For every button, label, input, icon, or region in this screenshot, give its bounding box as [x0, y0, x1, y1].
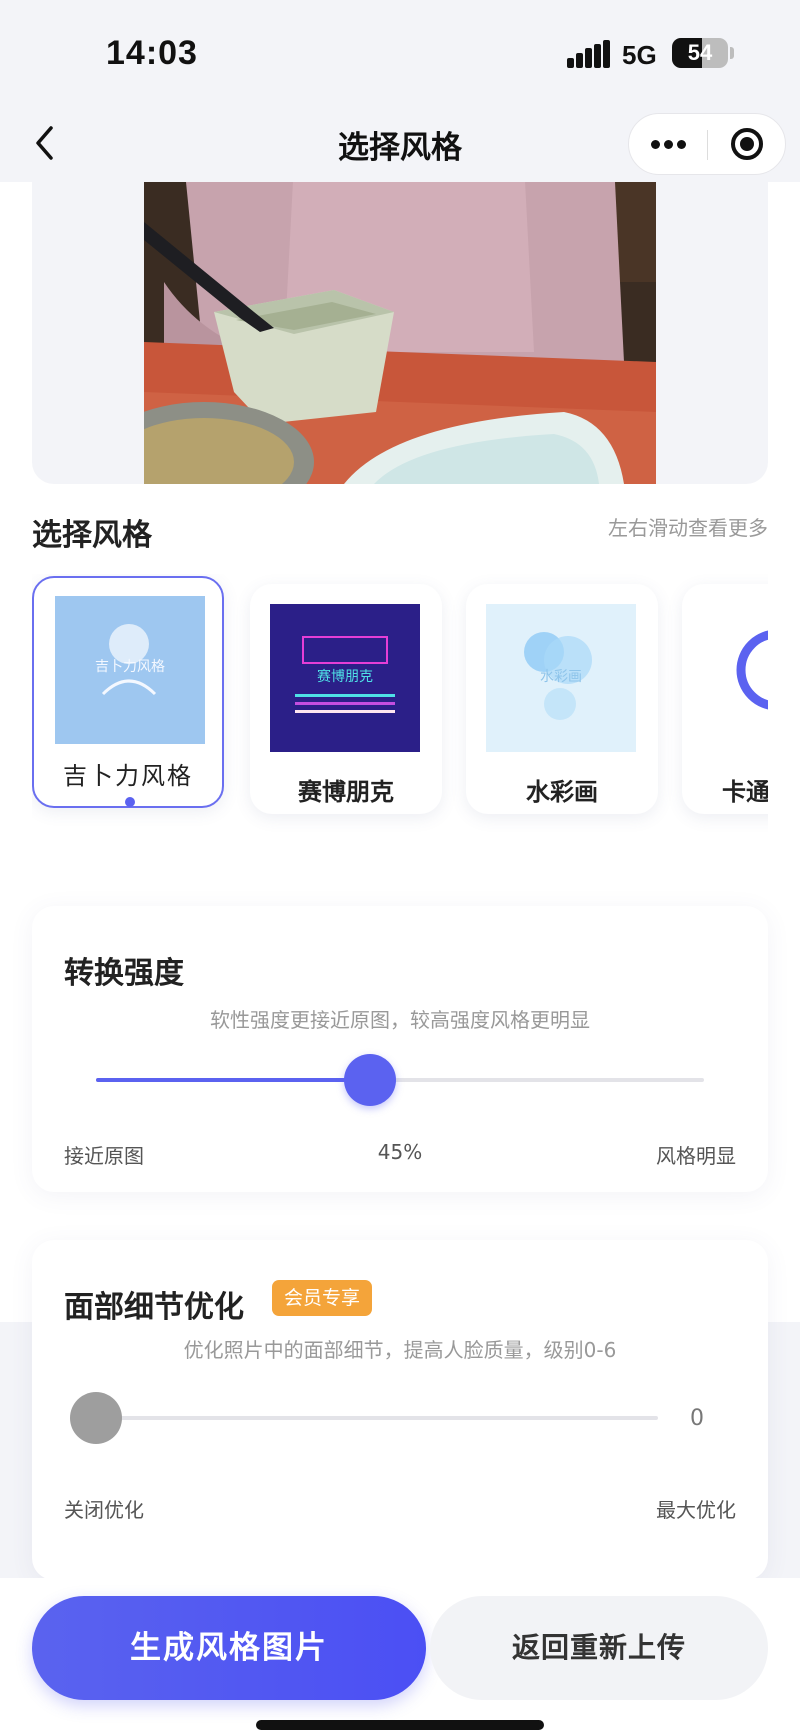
ghibli-thumbnail: 吉卜力风格 — [55, 596, 205, 744]
ghibli-thumb-text: 吉卜力风格 — [95, 659, 165, 675]
face-detail-panel: 面部细节优化 会员专享 优化照片中的面部细节，提高人脸质量，级别0-6 0 关闭… — [32, 1240, 768, 1580]
status-time: 14:03 — [106, 34, 198, 72]
style-label-ghibli: 吉卜力风格 — [63, 762, 193, 790]
signal-icon — [567, 40, 611, 68]
style-label-cyberpunk: 赛博朋克 — [298, 778, 394, 806]
target-dot — [740, 137, 754, 151]
capsule-divider — [707, 130, 708, 160]
selected-indicator-dot — [125, 797, 135, 807]
style-card-cyberpunk[interactable]: 赛博朋克 赛博朋克 — [250, 584, 442, 814]
content-area[interactable]: 选择风格 左右滑动查看更多 吉卜力风格 吉卜力风格 赛博朋克 赛博朋克 水彩画 … — [0, 182, 800, 1322]
style-card-ghibli[interactable]: 吉卜力风格 吉卜力风格 — [32, 576, 224, 808]
style-carousel[interactable]: 吉卜力风格 吉卜力风格 赛博朋克 赛博朋克 水彩画 水彩画 卡通 — [32, 574, 768, 832]
generate-style-image-button[interactable]: 生成风格图片 — [32, 1596, 426, 1700]
face-detail-title: 面部细节优化 — [64, 1290, 244, 1325]
bottom-action-bar: 生成风格图片 返回重新上传 — [0, 1578, 800, 1734]
status-bar: 14:03 5G 54 — [0, 0, 800, 104]
strength-max-label: 风格明显 — [656, 1144, 736, 1168]
reupload-button[interactable]: 返回重新上传 — [430, 1596, 768, 1700]
style-label-cartoon: 卡通 — [722, 778, 768, 806]
strength-slider-track[interactable] — [96, 1078, 704, 1082]
face-detail-slider-thumb[interactable] — [70, 1392, 122, 1444]
watercolor-thumb-text: 水彩画 — [540, 669, 582, 685]
member-only-badge: 会员专享 — [272, 1280, 373, 1316]
style-section-title: 选择风格 — [32, 518, 152, 553]
face-detail-value: 0 — [690, 1406, 704, 1431]
home-indicator — [256, 1720, 544, 1730]
strength-slider-thumb[interactable] — [343, 1054, 396, 1106]
nav-bar: 选择风格 — [0, 104, 800, 182]
network-label: 5G — [622, 40, 657, 70]
strength-panel: 转换强度 软性强度更接近原图，较高强度风格更明显 接近原图 45% 风格明显 — [32, 906, 768, 1192]
face-detail-max-label: 最大优化 — [656, 1498, 736, 1522]
photo-preview-card — [32, 182, 768, 484]
mini-program-capsule — [628, 113, 786, 175]
more-button[interactable] — [629, 114, 707, 174]
style-label-watercolor: 水彩画 — [526, 778, 598, 806]
cartoon-thumbnail — [702, 604, 768, 752]
strength-title: 转换强度 — [64, 956, 184, 991]
uploaded-photo — [144, 182, 656, 484]
battery-level: 54 — [687, 40, 713, 65]
swipe-hint: 左右滑动查看更多 — [608, 516, 768, 540]
watercolor-thumbnail: 水彩画 — [486, 604, 636, 752]
face-detail-slider-track[interactable] — [96, 1416, 658, 1420]
cyberpunk-thumb-text: 赛博朋克 — [317, 669, 373, 685]
strength-description: 软性强度更接近原图，较高强度风格更明显 — [210, 1008, 590, 1032]
battery-cap — [730, 47, 734, 59]
close-mini-program-button[interactable] — [709, 114, 787, 174]
strength-slider-fill — [96, 1078, 370, 1082]
cyberpunk-thumbnail: 赛博朋克 — [270, 604, 420, 752]
style-card-watercolor[interactable]: 水彩画 水彩画 — [466, 584, 658, 814]
battery-icon: 54 — [672, 38, 728, 68]
style-card-cartoon[interactable]: 卡通 — [682, 584, 768, 814]
face-detail-description: 优化照片中的面部细节，提高人脸质量，级别0-6 — [183, 1338, 617, 1362]
face-detail-min-label: 关闭优化 — [64, 1498, 144, 1522]
